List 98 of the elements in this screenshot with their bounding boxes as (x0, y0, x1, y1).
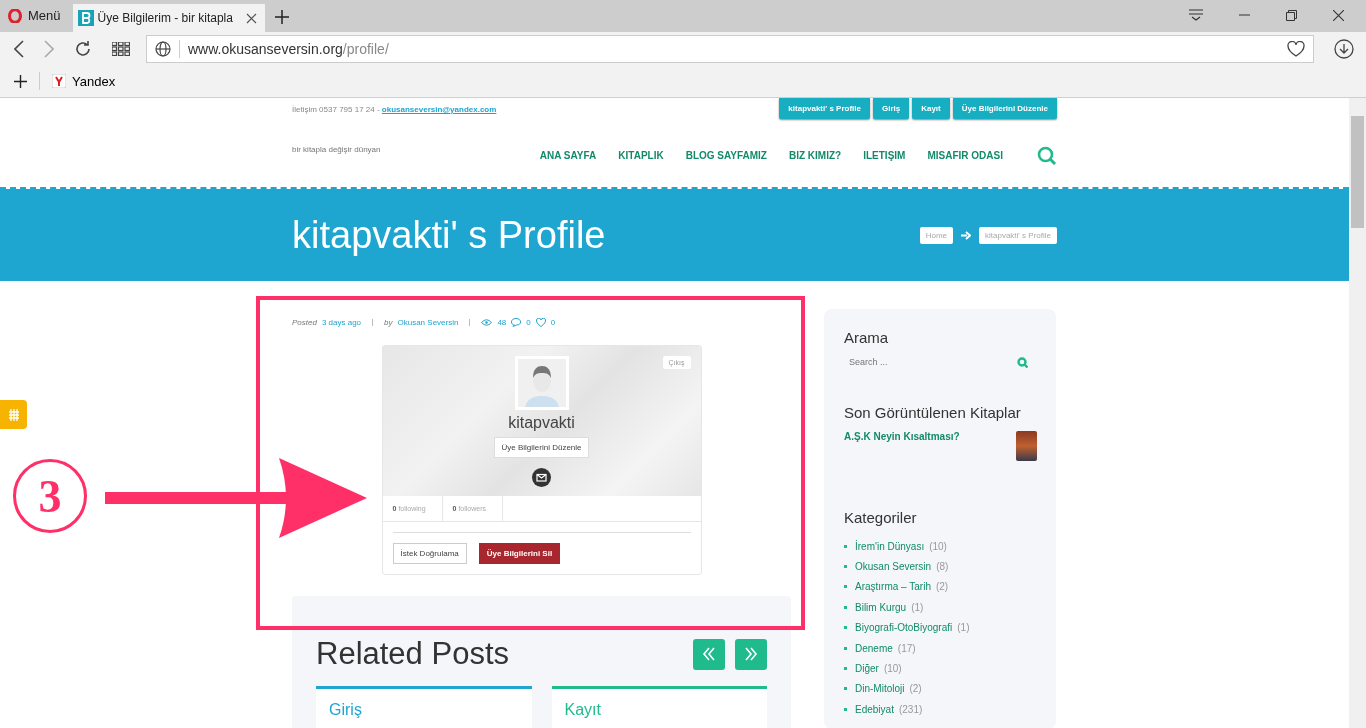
reload-icon[interactable] (74, 39, 92, 58)
related-post-card[interactable]: Kayıt (551, 686, 767, 728)
nav-link[interactable]: ILETIŞIM (863, 150, 906, 161)
author-link[interactable]: Okusan Seversin (397, 317, 459, 327)
tab-list-icon[interactable] (1189, 9, 1203, 21)
category-count: (2) (909, 683, 922, 695)
nav-link[interactable]: BIZ KIMIZ? (789, 150, 842, 161)
arrow-right-icon (961, 230, 971, 240)
url-text: www.okusanseversin.org/profile/ (188, 40, 390, 57)
bullet-icon (844, 707, 847, 711)
heart-icon (535, 317, 546, 327)
grid-icon (8, 408, 19, 421)
address-bar[interactable]: www.okusanseversin.org/profile/ (146, 34, 1314, 63)
category-link[interactable]: Bilim Kurgu (855, 601, 907, 613)
header-button[interactable]: Kayıt (912, 98, 950, 119)
site-tagline: bir kitapla değişir dünyan (292, 145, 381, 154)
post-title: Giriş (329, 701, 362, 718)
envelope-icon[interactable] (532, 468, 551, 487)
action-button[interactable]: Üye Bilgilerini Sil (478, 543, 561, 564)
avatar-silhouette-icon (514, 356, 569, 410)
category-link[interactable]: Edebiyat (855, 703, 894, 715)
posted-label: Posted (292, 317, 317, 327)
category-link[interactable]: Din-Mitoloji (855, 683, 905, 695)
book-cover-placeholder[interactable] (1016, 431, 1037, 461)
nav-link[interactable]: KITAPLIK (618, 150, 664, 161)
category-link[interactable]: Araştırma – Tarih (855, 581, 931, 593)
widget-title: Son Görüntülenen Kitaplar (844, 404, 1022, 421)
download-icon[interactable] (1334, 38, 1354, 59)
view-count: 48 (497, 317, 507, 327)
yandex-logo-icon (52, 74, 66, 88)
username: kitapvakti (508, 414, 575, 432)
contact-line: İletişim 0537 795 17 24 - okusanseversin@yandex.com (292, 104, 497, 114)
site-favicon-icon (77, 10, 94, 26)
nav-link[interactable]: MISAFIR ODASI (927, 150, 1003, 161)
bullet-icon (844, 565, 847, 569)
globe-icon (155, 40, 171, 57)
bullet-icon (844, 585, 847, 589)
page-title: kitapvakti' s Profile (292, 213, 606, 257)
category-count: (10) (883, 663, 902, 675)
new-tab-icon[interactable] (274, 10, 289, 24)
related-post-card[interactable]: Giriş (316, 686, 532, 728)
by-label: by (384, 317, 393, 327)
nav-link[interactable]: ANA SAYFA (539, 150, 597, 161)
search-field[interactable]: Search ... (849, 354, 1017, 370)
heart-icon[interactable] (1287, 40, 1305, 57)
bullet-icon (844, 626, 847, 630)
browser-tab[interactable]: Üye Bilgilerim - bir kitapla (72, 4, 265, 32)
browser-menu-button[interactable]: Menü (0, 8, 73, 32)
comment-count: 0 (526, 317, 531, 327)
category-link[interactable]: Deneme (855, 642, 893, 654)
category-count: (1) (957, 622, 970, 634)
breadcrumb-link[interactable]: kitapvakti' s Profile (979, 226, 1057, 244)
category-count: (2) (935, 581, 949, 593)
double-chevron-left-icon (702, 646, 716, 662)
header-button[interactable]: Üye Bilgilerini Düzenle (952, 98, 1057, 119)
category-link[interactable]: Diğer (855, 663, 879, 675)
bookmark-link[interactable]: Yandex (52, 73, 116, 89)
scrollbar-thumb[interactable] (1351, 116, 1364, 228)
bullet-icon (844, 667, 847, 671)
like-count: 0 (550, 317, 556, 327)
book-link[interactable]: A.Ş.K Neyin Kısaltması? (844, 431, 960, 461)
category-count: (17) (897, 642, 916, 654)
widget-title: Kategoriler (844, 509, 918, 526)
header-button[interactable]: Giriş (872, 98, 910, 119)
opera-logo-icon (8, 8, 22, 23)
step-number: 3 (13, 459, 87, 533)
add-bookmark-icon[interactable] (14, 74, 27, 88)
category-count: (10) (929, 540, 947, 552)
breadcrumb-link[interactable]: Home (919, 226, 953, 244)
bullet-icon (844, 646, 847, 650)
bullet-icon (844, 687, 847, 691)
email-link[interactable]: okusanseversin@yandex.com (381, 105, 497, 114)
category-count: (8) (936, 561, 949, 573)
category-count: (1) (911, 601, 924, 613)
back-icon[interactable] (14, 39, 24, 58)
comment-icon (511, 317, 522, 327)
category-link[interactable]: Biyografi-OtoBiyografi (855, 622, 953, 634)
speed-dial-icon[interactable] (112, 41, 130, 56)
category-link[interactable]: Okusan Seversin (855, 561, 932, 573)
category-link[interactable]: İrem'in Dünyası (855, 540, 925, 552)
side-toggle-button[interactable] (0, 400, 27, 429)
action-button[interactable]: İstek Doğrulama (392, 543, 467, 564)
scrollbar[interactable] (1349, 98, 1366, 728)
edit-profile-button[interactable]: Üye Bilgilerini Düzenle (494, 437, 589, 458)
double-chevron-right-icon (744, 646, 758, 662)
post-date-link[interactable]: 3 days ago (321, 317, 362, 327)
eye-icon (481, 318, 493, 326)
close-window-icon[interactable] (1333, 9, 1344, 21)
section-title: Related Posts (316, 636, 509, 672)
close-icon[interactable] (245, 12, 257, 24)
bullet-icon (844, 605, 847, 609)
widget-title: Arama (844, 329, 890, 346)
category-count: (231) (898, 703, 923, 715)
nav-link[interactable]: BLOG SAYFAMIZ (685, 150, 767, 161)
restore-icon[interactable] (1286, 9, 1297, 21)
bullet-icon (844, 544, 847, 548)
post-title: Kayıt (564, 701, 601, 718)
header-button[interactable]: kitapvakti' s Profile (779, 98, 870, 119)
